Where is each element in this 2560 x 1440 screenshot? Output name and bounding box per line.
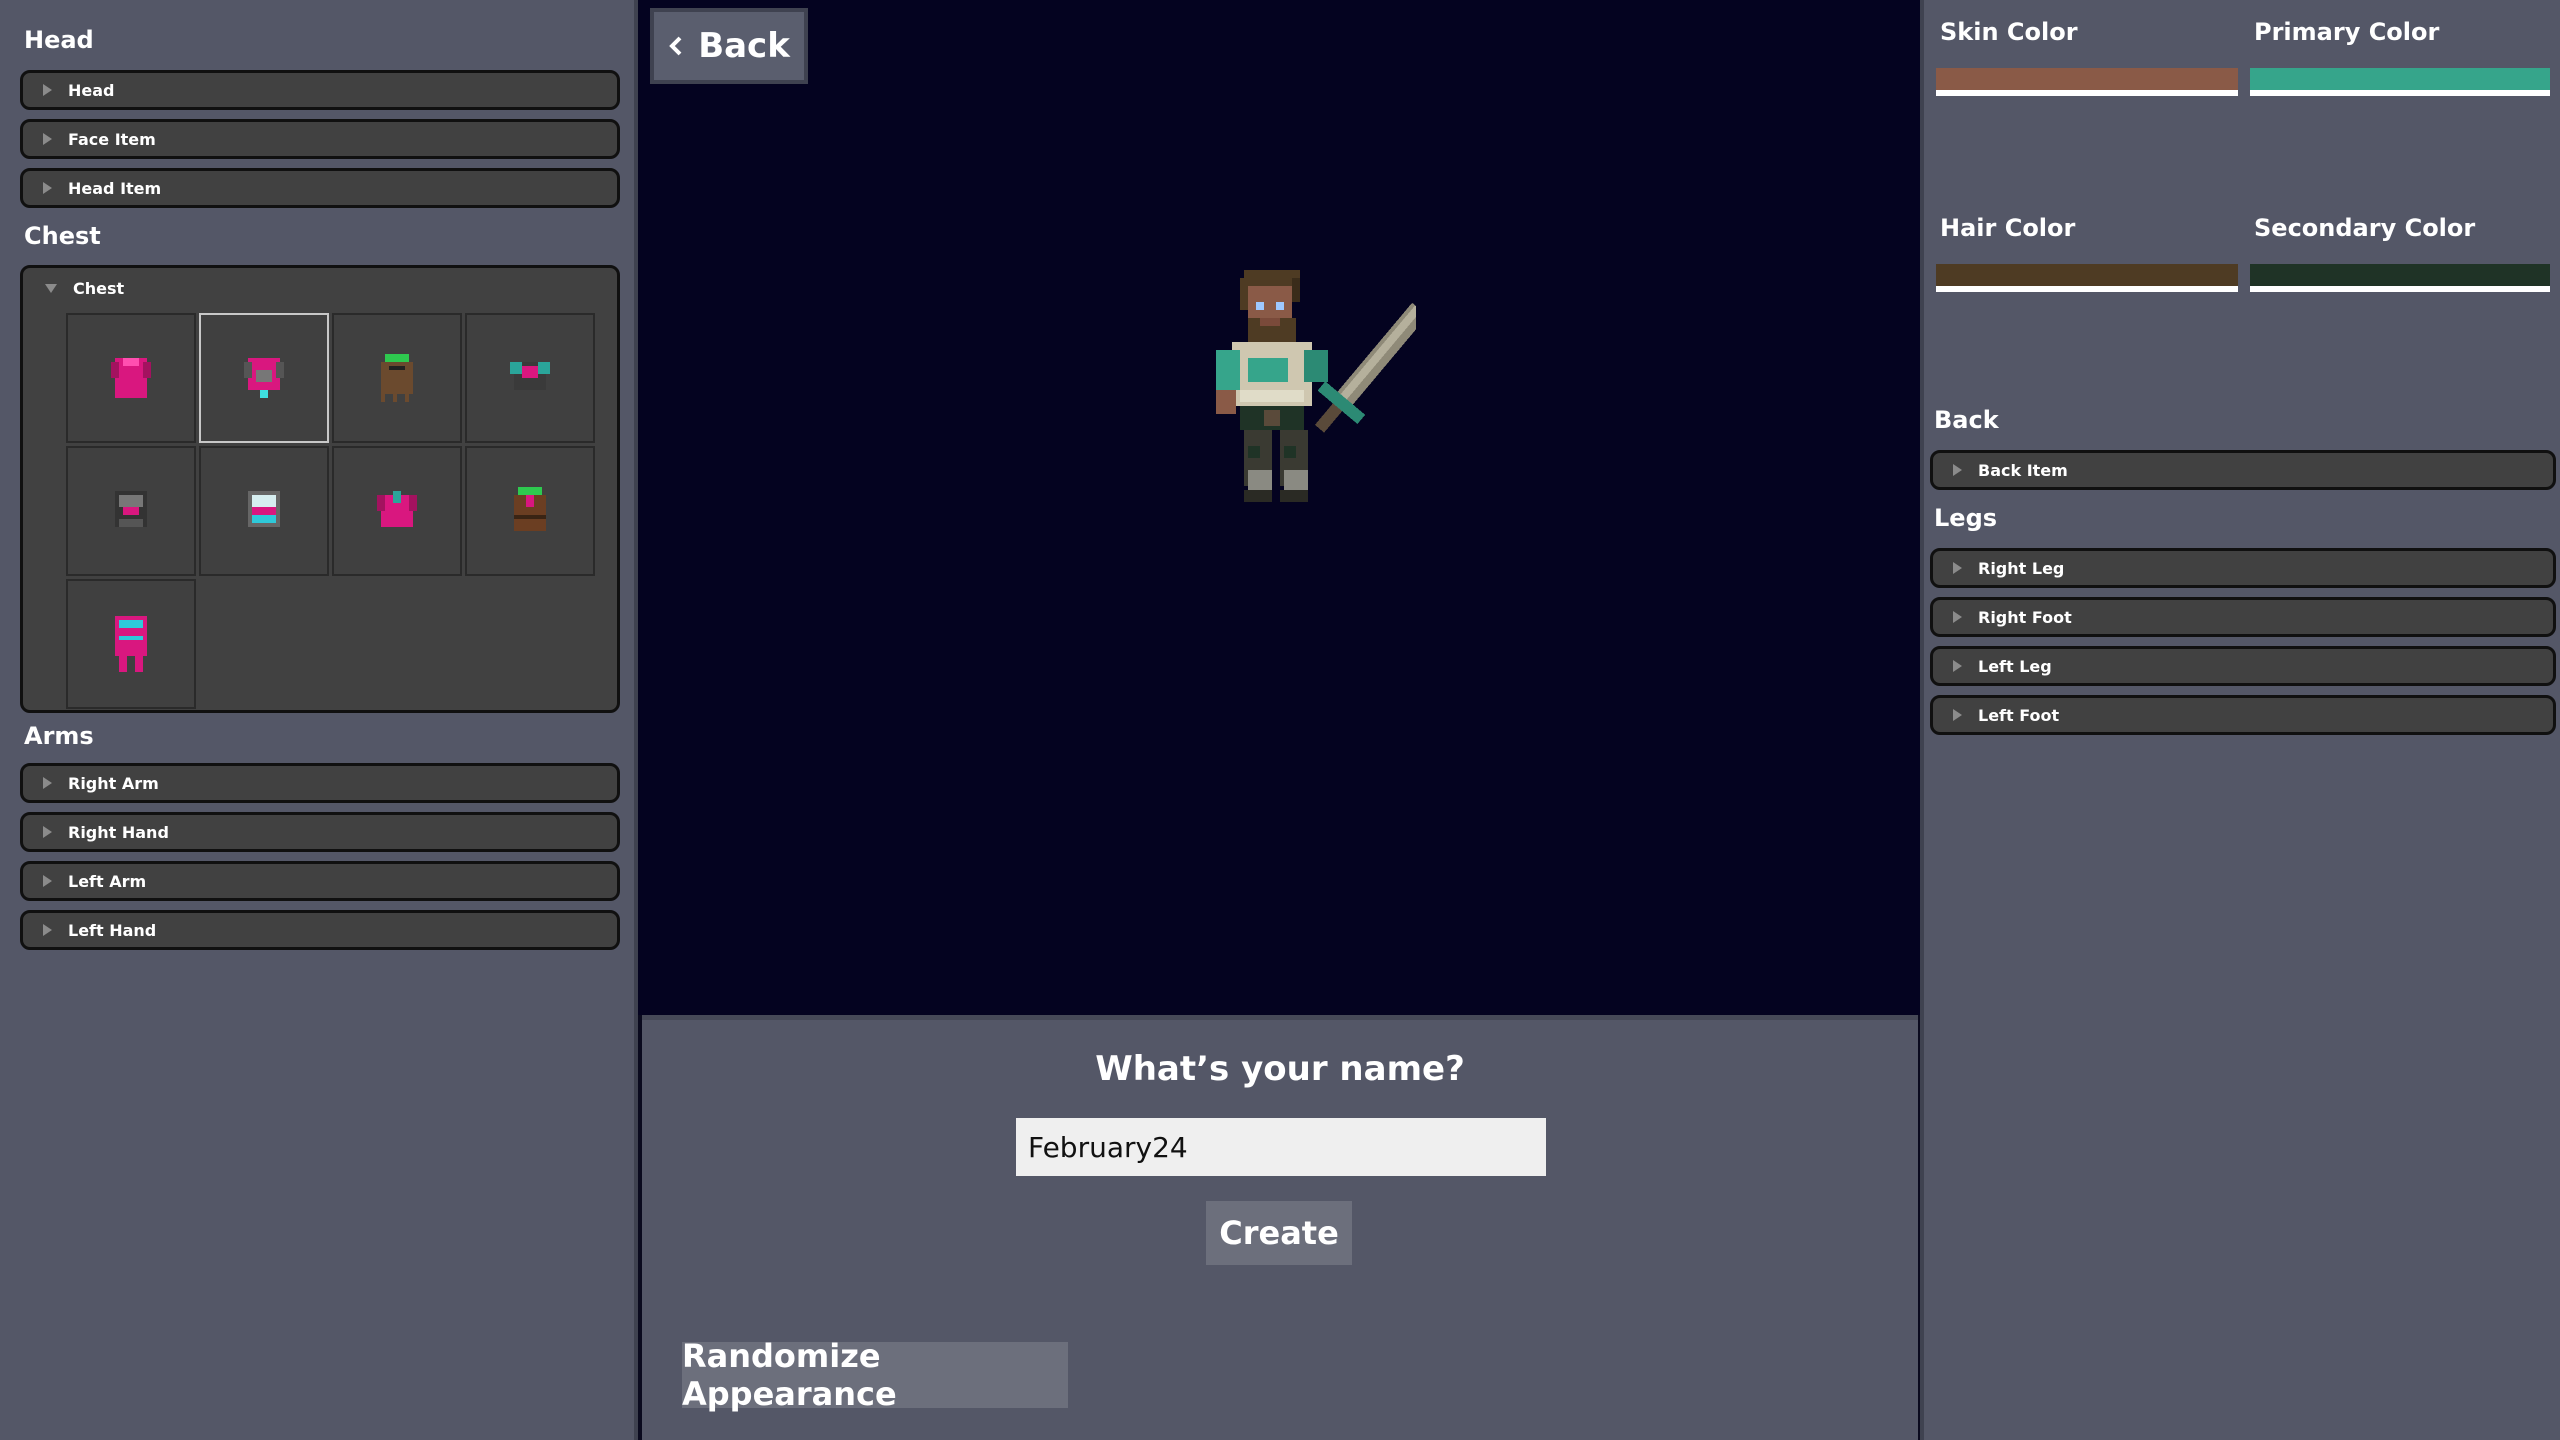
expand-arrow-icon [1953, 611, 1962, 623]
chest-slot-5[interactable] [66, 446, 196, 576]
head-item-row-label: Head Item [68, 178, 162, 198]
expand-arrow-icon [43, 777, 52, 789]
chevron-left-icon [669, 36, 682, 56]
hair-color-swatch[interactable] [1936, 264, 2238, 292]
expand-arrow-icon [43, 133, 52, 145]
right-customization-panel: Skin Color Primary Color Hair Color Seco… [1920, 0, 2560, 1440]
expand-arrow-icon [43, 84, 52, 96]
left-foot-row[interactable]: Left Foot [1930, 695, 2556, 735]
chest-armor-magenta-teal-collar-icon [377, 491, 417, 527]
skin-color-swatch[interactable] [1936, 68, 2238, 96]
expand-arrow-icon [1953, 464, 1962, 476]
arms-section-title: Arms [24, 722, 94, 750]
secondary-color-label: Secondary Color [2254, 214, 2476, 242]
left-foot-row-label: Left Foot [1978, 705, 2060, 725]
chest-slot-9[interactable] [66, 579, 196, 709]
right-arm-row-label: Right Arm [68, 773, 159, 793]
secondary-color-swatch[interactable] [2250, 264, 2550, 292]
skin-color-label: Skin Color [1940, 18, 2078, 46]
expand-arrow-icon [43, 182, 52, 194]
left-hand-row-label: Left Hand [68, 920, 157, 940]
right-leg-row[interactable]: Right Leg [1930, 548, 2556, 588]
create-button[interactable]: Create [1206, 1201, 1352, 1265]
character-sprite [1216, 270, 1416, 502]
right-arm-row[interactable]: Right Arm [20, 763, 620, 803]
back-item-row[interactable]: Back Item [1930, 450, 2556, 490]
left-arm-row-label: Left Arm [68, 871, 147, 891]
expand-arrow-icon [43, 924, 52, 936]
head-item-row[interactable]: Head Item [20, 168, 620, 208]
chest-armor-brown-green-hooded-icon [381, 354, 413, 402]
name-creation-panel: What’s your name? Create Randomize Appea… [642, 1015, 1918, 1440]
randomize-appearance-button[interactable]: Randomize Appearance [682, 1337, 1068, 1413]
chest-slot-3[interactable] [332, 313, 462, 443]
chest-dropdown-header[interactable]: Chest [23, 268, 124, 308]
right-foot-row[interactable]: Right Foot [1930, 597, 2556, 637]
right-hand-row[interactable]: Right Hand [20, 812, 620, 852]
primary-color-swatch[interactable] [2250, 68, 2550, 96]
back-section-title: Back [1934, 406, 1999, 434]
legs-section-title: Legs [1934, 504, 1998, 532]
left-customization-panel: Head Head Face Item Head Item Chest Ches… [0, 0, 638, 1440]
back-button-label: Back [698, 26, 790, 66]
left-leg-row[interactable]: Left Leg [1930, 646, 2556, 686]
left-hand-row[interactable]: Left Hand [20, 910, 620, 950]
chest-armor-grey-magenta-vest-icon [115, 491, 147, 527]
expand-arrow-icon [43, 826, 52, 838]
name-question: What’s your name? [1095, 1049, 1465, 1089]
expand-arrow-icon [1953, 709, 1962, 721]
chest-armor-magenta-cyan-robe-icon [115, 616, 147, 672]
head-row[interactable]: Head [20, 70, 620, 110]
chest-armor-brown-magenta-tunic-icon [514, 487, 546, 531]
chest-armor-dark-teal-collar-icon [510, 362, 550, 390]
head-section-title: Head [24, 26, 94, 54]
right-leg-row-label: Right Leg [1978, 558, 2065, 578]
name-input[interactable] [1016, 1118, 1546, 1176]
head-row-label: Head [68, 80, 115, 100]
back-item-row-label: Back Item [1978, 460, 2068, 480]
face-item-row[interactable]: Face Item [20, 119, 620, 159]
back-button[interactable]: Back [650, 8, 808, 84]
chest-slot-8[interactable] [465, 446, 595, 576]
expand-arrow-icon [1953, 660, 1962, 672]
face-item-row-label: Face Item [68, 129, 156, 149]
right-foot-row-label: Right Foot [1978, 607, 2072, 627]
left-arm-row[interactable]: Left Arm [20, 861, 620, 901]
chest-slot-7[interactable] [332, 446, 462, 576]
character-preview-viewport: Back [638, 0, 1920, 1015]
right-hand-row-label: Right Hand [68, 822, 169, 842]
expand-arrow-icon [1953, 562, 1962, 574]
left-leg-row-label: Left Leg [1978, 656, 2052, 676]
chest-slot-4[interactable] [465, 313, 595, 443]
chest-section-title: Chest [24, 222, 101, 250]
hair-color-label: Hair Color [1940, 214, 2076, 242]
chest-slot-6[interactable] [199, 446, 329, 576]
chest-dropdown-label: Chest [73, 278, 125, 298]
collapse-arrow-icon [45, 283, 57, 293]
primary-color-label: Primary Color [2254, 18, 2440, 46]
chest-armor-magenta-plain-icon [111, 358, 151, 398]
chest-slot-1[interactable] [66, 313, 196, 443]
chest-slot-2[interactable] [199, 313, 329, 443]
chest-armor-magenta-grey-harness-icon [244, 358, 284, 398]
chest-armor-cyan-magenta-plate-icon [248, 491, 280, 527]
chest-dropdown: Chest [20, 265, 620, 713]
expand-arrow-icon [43, 875, 52, 887]
